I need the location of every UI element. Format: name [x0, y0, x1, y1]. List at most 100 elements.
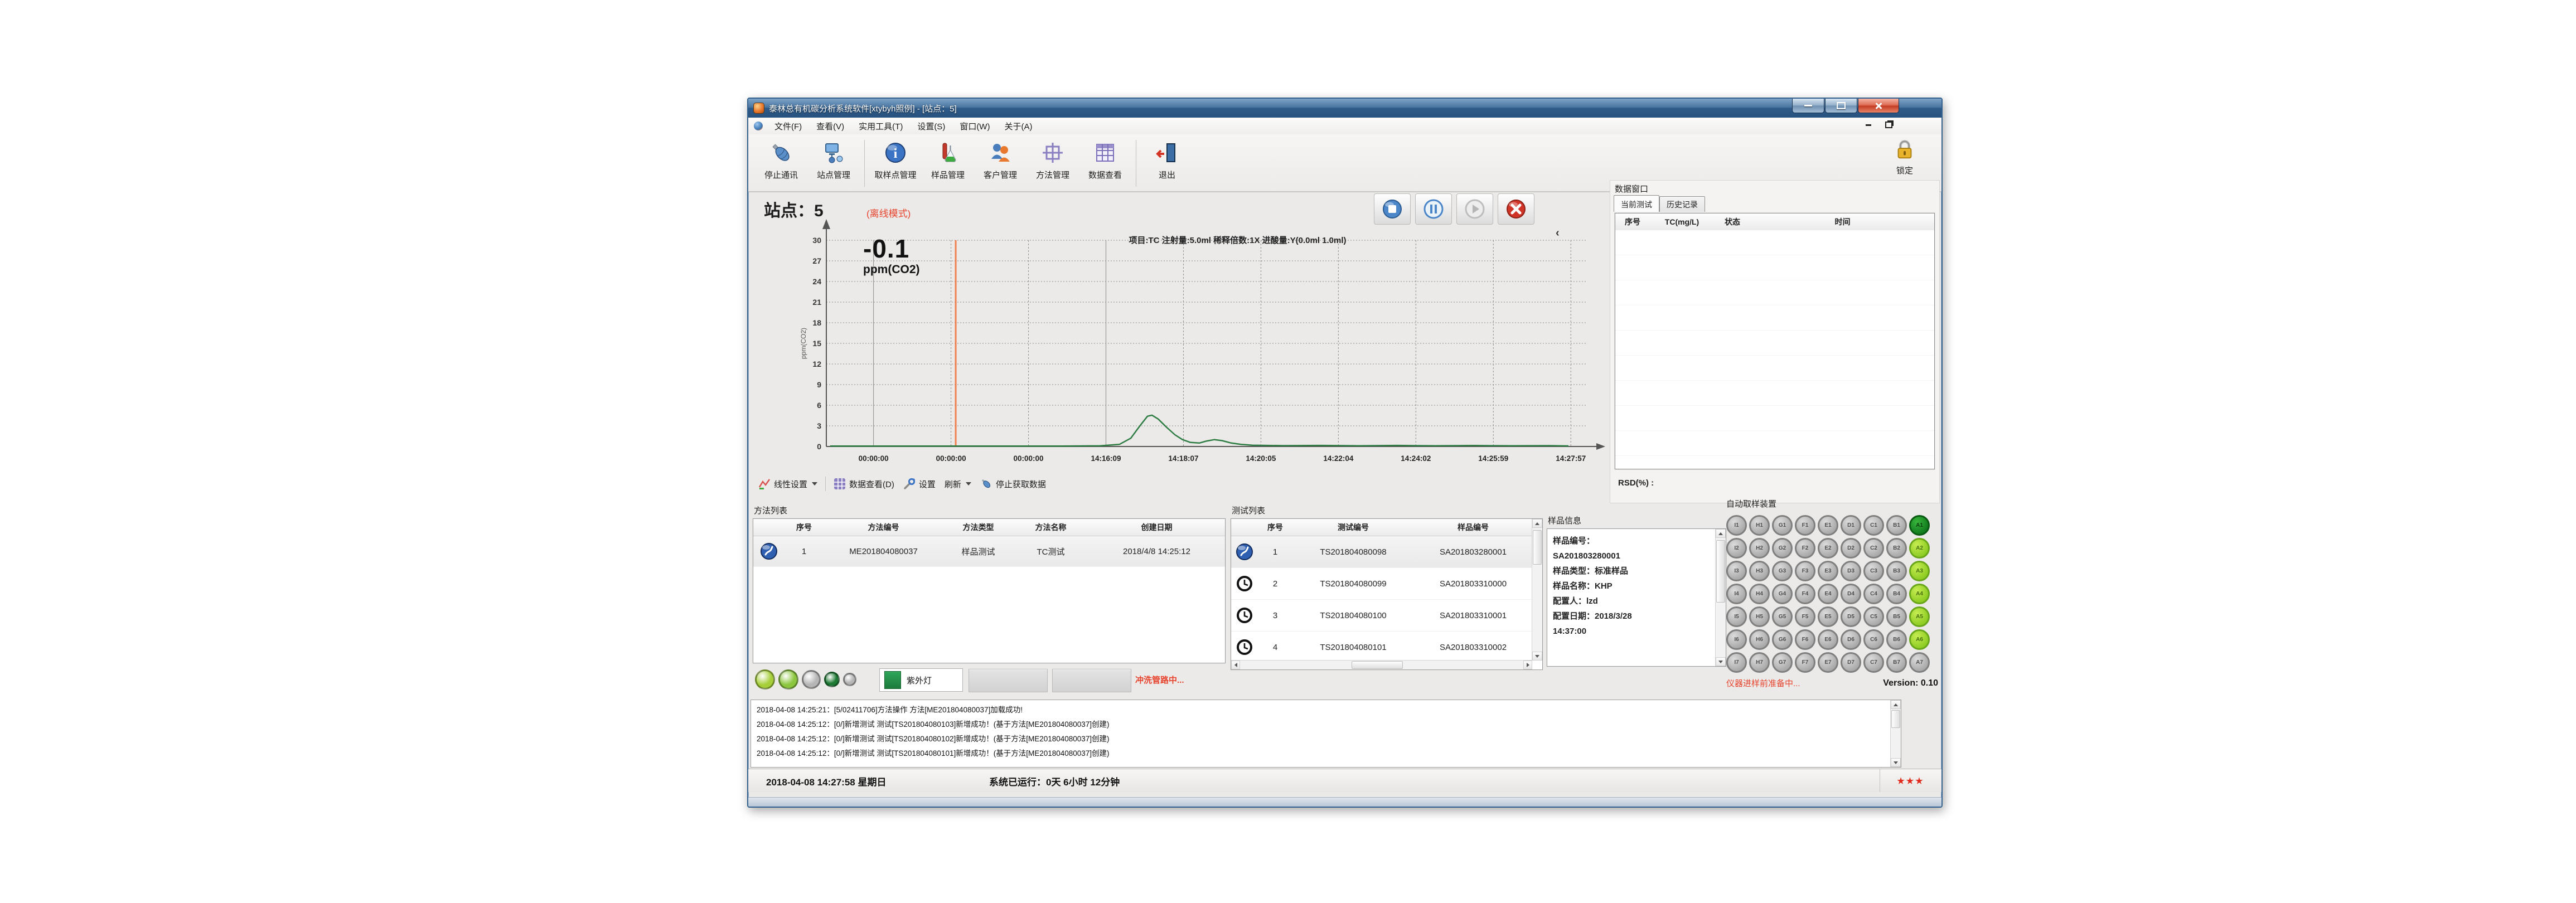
event-log[interactable]: 2018-04-08 14:25:21：[5/02411706]方法操作 方法[… [750, 700, 1901, 768]
table-row[interactable]: 4TS201804080101SA201803310002 [1231, 632, 1532, 663]
column-header[interactable]: 创建日期 [1088, 522, 1225, 533]
tab-current-test[interactable]: 当前测试 [1614, 195, 1659, 212]
vial-position-B5[interactable]: B5 [1886, 606, 1907, 627]
column-header[interactable]: 状态 [1714, 216, 1751, 227]
vial-position-I3[interactable]: I3 [1726, 561, 1747, 581]
vial-position-H6[interactable]: H6 [1749, 629, 1770, 650]
close-button[interactable] [1858, 99, 1899, 113]
vial-position-C2[interactable]: C2 [1863, 538, 1884, 559]
menu-item-0[interactable]: 文件(F) [767, 119, 809, 134]
lock-button[interactable]: 锁定 [1882, 138, 1927, 176]
vial-position-D5[interactable]: D5 [1841, 606, 1861, 627]
column-header[interactable]: 序号 [1258, 522, 1292, 533]
vial-position-A4[interactable]: A4 [1909, 584, 1930, 604]
test-list-vertical-scrollbar[interactable] [1532, 519, 1542, 661]
test-list-horizontal-scrollbar[interactable] [1231, 660, 1532, 669]
vial-position-H2[interactable]: H2 [1749, 538, 1770, 559]
vial-position-C7[interactable]: C7 [1863, 652, 1884, 673]
vial-position-B6[interactable]: B6 [1886, 629, 1907, 650]
table-row[interactable]: 2TS201804080099SA201803310000 [1231, 568, 1532, 600]
vial-position-E7[interactable]: E7 [1818, 652, 1838, 673]
vial-position-F1[interactable]: F1 [1795, 515, 1815, 536]
vial-position-A1[interactable]: A1 [1909, 515, 1930, 536]
vial-position-G1[interactable]: G1 [1772, 515, 1793, 536]
vial-position-F2[interactable]: F2 [1795, 538, 1815, 559]
scroll-up-arrow[interactable] [1891, 700, 1901, 709]
menu-item-3[interactable]: 设置(S) [910, 119, 952, 134]
column-header[interactable]: 测试编号 [1292, 522, 1414, 533]
scroll-down-arrow[interactable] [1716, 657, 1726, 666]
method-manage-button[interactable]: 方法管理 [1026, 139, 1079, 181]
vial-position-E3[interactable]: E3 [1818, 561, 1838, 581]
vial-position-G7[interactable]: G7 [1772, 652, 1793, 673]
vial-position-I5[interactable]: I5 [1726, 606, 1747, 627]
scroll-up-arrow[interactable] [1532, 519, 1542, 528]
scroll-down-arrow[interactable] [1891, 758, 1901, 767]
vial-position-C5[interactable]: C5 [1863, 606, 1884, 627]
scroll-left-arrow[interactable] [1231, 661, 1240, 669]
sample-info-scrollbar[interactable] [1715, 529, 1726, 666]
menu-item-2[interactable]: 实用工具(T) [851, 119, 910, 134]
vial-position-F6[interactable]: F6 [1795, 629, 1815, 650]
vial-position-C1[interactable]: C1 [1863, 515, 1884, 536]
vial-position-A6[interactable]: A6 [1909, 629, 1930, 650]
vial-position-F4[interactable]: F4 [1795, 584, 1815, 604]
vial-position-B2[interactable]: B2 [1886, 538, 1907, 559]
minimize-button[interactable] [1792, 99, 1824, 113]
vial-position-H4[interactable]: H4 [1749, 584, 1770, 604]
vial-position-I7[interactable]: I7 [1726, 652, 1747, 673]
vial-position-C4[interactable]: C4 [1863, 584, 1884, 604]
vial-position-I1[interactable]: I1 [1726, 515, 1747, 536]
title-bar[interactable]: 泰林总有机碳分析系统软件[xtybyh照例] - [站点：5] [748, 99, 1941, 118]
vial-position-F7[interactable]: F7 [1795, 652, 1815, 673]
menu-item-1[interactable]: 查看(V) [809, 119, 851, 134]
column-header[interactable]: 序号 [1615, 216, 1650, 227]
vial-position-D6[interactable]: D6 [1841, 629, 1861, 650]
vial-position-B7[interactable]: B7 [1886, 652, 1907, 673]
tab-history[interactable]: 历史记录 [1659, 196, 1705, 212]
mdi-minimize-button[interactable] [1861, 120, 1876, 130]
vial-position-A5[interactable]: A5 [1909, 606, 1930, 627]
chart-data-view-button[interactable]: 数据查看(D) [829, 478, 899, 490]
log-scrollbar[interactable] [1890, 700, 1901, 767]
vial-position-H7[interactable]: H7 [1749, 652, 1770, 673]
table-row[interactable]: 1ME201804080037样品测试TC测试2018/4/8 14:25:12 [753, 536, 1225, 567]
vial-position-E5[interactable]: E5 [1818, 606, 1838, 627]
vial-position-G6[interactable]: G6 [1772, 629, 1793, 650]
vial-position-B1[interactable]: B1 [1886, 515, 1907, 536]
scroll-down-arrow[interactable] [1532, 652, 1542, 661]
vial-position-D1[interactable]: D1 [1841, 515, 1861, 536]
vial-position-E6[interactable]: E6 [1818, 629, 1838, 650]
sampling-point-button[interactable]: i 取样点管理 [869, 139, 922, 181]
chart-settings-button[interactable]: 设置 [899, 478, 940, 490]
scrollbar-thumb[interactable] [1716, 540, 1725, 603]
sample-manage-button[interactable]: 样品管理 [922, 139, 974, 181]
vial-position-A3[interactable]: A3 [1909, 561, 1930, 581]
vial-position-E4[interactable]: E4 [1818, 584, 1838, 604]
maximize-button[interactable] [1825, 99, 1857, 113]
column-header[interactable]: 时间 [1751, 216, 1934, 227]
chart-refresh-button[interactable]: 刷新 [940, 478, 976, 490]
vial-position-D4[interactable]: D4 [1841, 584, 1861, 604]
vial-position-I2[interactable]: I2 [1726, 538, 1747, 559]
vial-position-I4[interactable]: I4 [1726, 584, 1747, 604]
vial-position-F5[interactable]: F5 [1795, 606, 1815, 627]
vial-position-E2[interactable]: E2 [1818, 538, 1838, 559]
menu-item-5[interactable]: 关于(A) [997, 119, 1039, 134]
vial-position-B3[interactable]: B3 [1886, 561, 1907, 581]
vial-position-E1[interactable]: E1 [1818, 515, 1838, 536]
vial-position-G2[interactable]: G2 [1772, 538, 1793, 559]
vial-position-G5[interactable]: G5 [1772, 606, 1793, 627]
column-header[interactable]: 序号 [785, 522, 824, 533]
vial-position-D3[interactable]: D3 [1841, 561, 1861, 581]
scroll-up-arrow[interactable] [1716, 529, 1726, 538]
column-header[interactable]: 样品编号 [1414, 522, 1532, 533]
column-header[interactable]: 方法编号 [824, 522, 943, 533]
table-row[interactable]: 3TS201804080100SA201803310001 [1231, 600, 1532, 632]
vial-position-A7[interactable]: A7 [1909, 652, 1930, 673]
exit-button[interactable]: 退出 [1141, 139, 1193, 181]
vial-position-H3[interactable]: H3 [1749, 561, 1770, 581]
column-header[interactable]: 方法名称 [1013, 522, 1088, 533]
station-manage-button[interactable]: 站点管理 [807, 139, 860, 181]
stop-fetch-button[interactable]: 停止获取数据 [976, 478, 1050, 490]
